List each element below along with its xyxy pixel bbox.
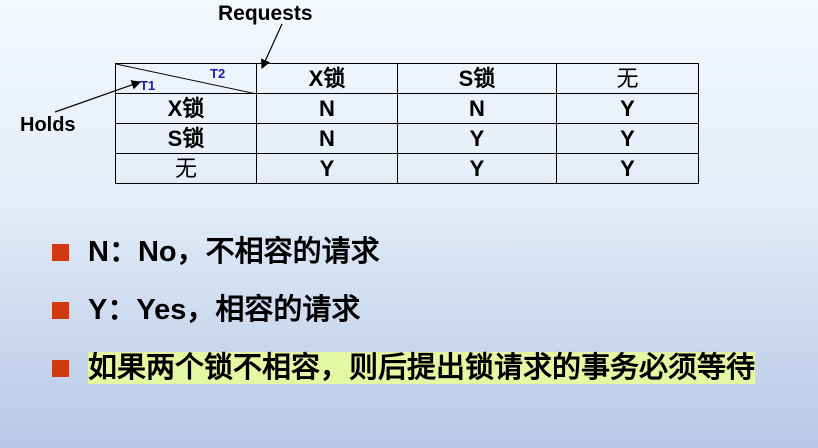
table-row: S锁 N Y Y	[115, 123, 699, 154]
requests-arrow	[261, 23, 283, 70]
row-header-s-lock: S锁	[115, 123, 257, 154]
requests-label: Requests	[218, 2, 313, 25]
col-header-s-lock: S锁	[397, 63, 557, 94]
list-item: 如果两个锁不相容，则后提出锁请求的事务必须等待	[52, 348, 792, 388]
list-item: N：No，不相容的请求	[52, 232, 792, 272]
table-cell: Y	[556, 123, 699, 154]
t2-label: T2	[210, 66, 226, 81]
note-text: Y：Yes，相容的请求	[88, 294, 361, 326]
table-cell: Y	[556, 93, 699, 124]
square-bullet-icon	[52, 360, 69, 377]
table-cell: Y	[256, 153, 398, 184]
table-row: X锁 N N Y	[115, 93, 699, 124]
corner-cell: T1 T2	[115, 63, 257, 94]
table-cell: N	[256, 123, 398, 154]
note-text: N：No，不相容的请求	[88, 236, 380, 268]
table-cell: Y	[397, 153, 557, 184]
t1-label: T1	[140, 78, 156, 93]
col-header-x-lock: X锁	[256, 63, 398, 94]
table-header-row: T1 T2 X锁 S锁 无	[115, 63, 699, 94]
notes-list: N：No，不相容的请求 Y：Yes，相容的请求 如果两个锁不相容，则后提出锁请求…	[52, 232, 792, 406]
table-cell: Y	[556, 153, 699, 184]
corner-diagonal	[116, 64, 257, 94]
list-item: Y：Yes，相容的请求	[52, 290, 792, 330]
table-cell: N	[256, 93, 398, 124]
table-cell: N	[397, 93, 557, 124]
row-header-none: 无	[115, 153, 257, 184]
col-header-none: 无	[556, 63, 699, 94]
lock-compatibility-table: T1 T2 X锁 S锁 无 X锁 N N Y S锁 N Y Y 无 Y Y Y	[115, 63, 699, 184]
table-row: 无 Y Y Y	[115, 153, 699, 184]
row-header-x-lock: X锁	[115, 93, 257, 124]
square-bullet-icon	[52, 302, 69, 319]
note-text-highlighted: 如果两个锁不相容，则后提出锁请求的事务必须等待	[88, 352, 756, 384]
holds-label: Holds	[20, 114, 76, 136]
table-cell: Y	[397, 123, 557, 154]
square-bullet-icon	[52, 244, 69, 261]
